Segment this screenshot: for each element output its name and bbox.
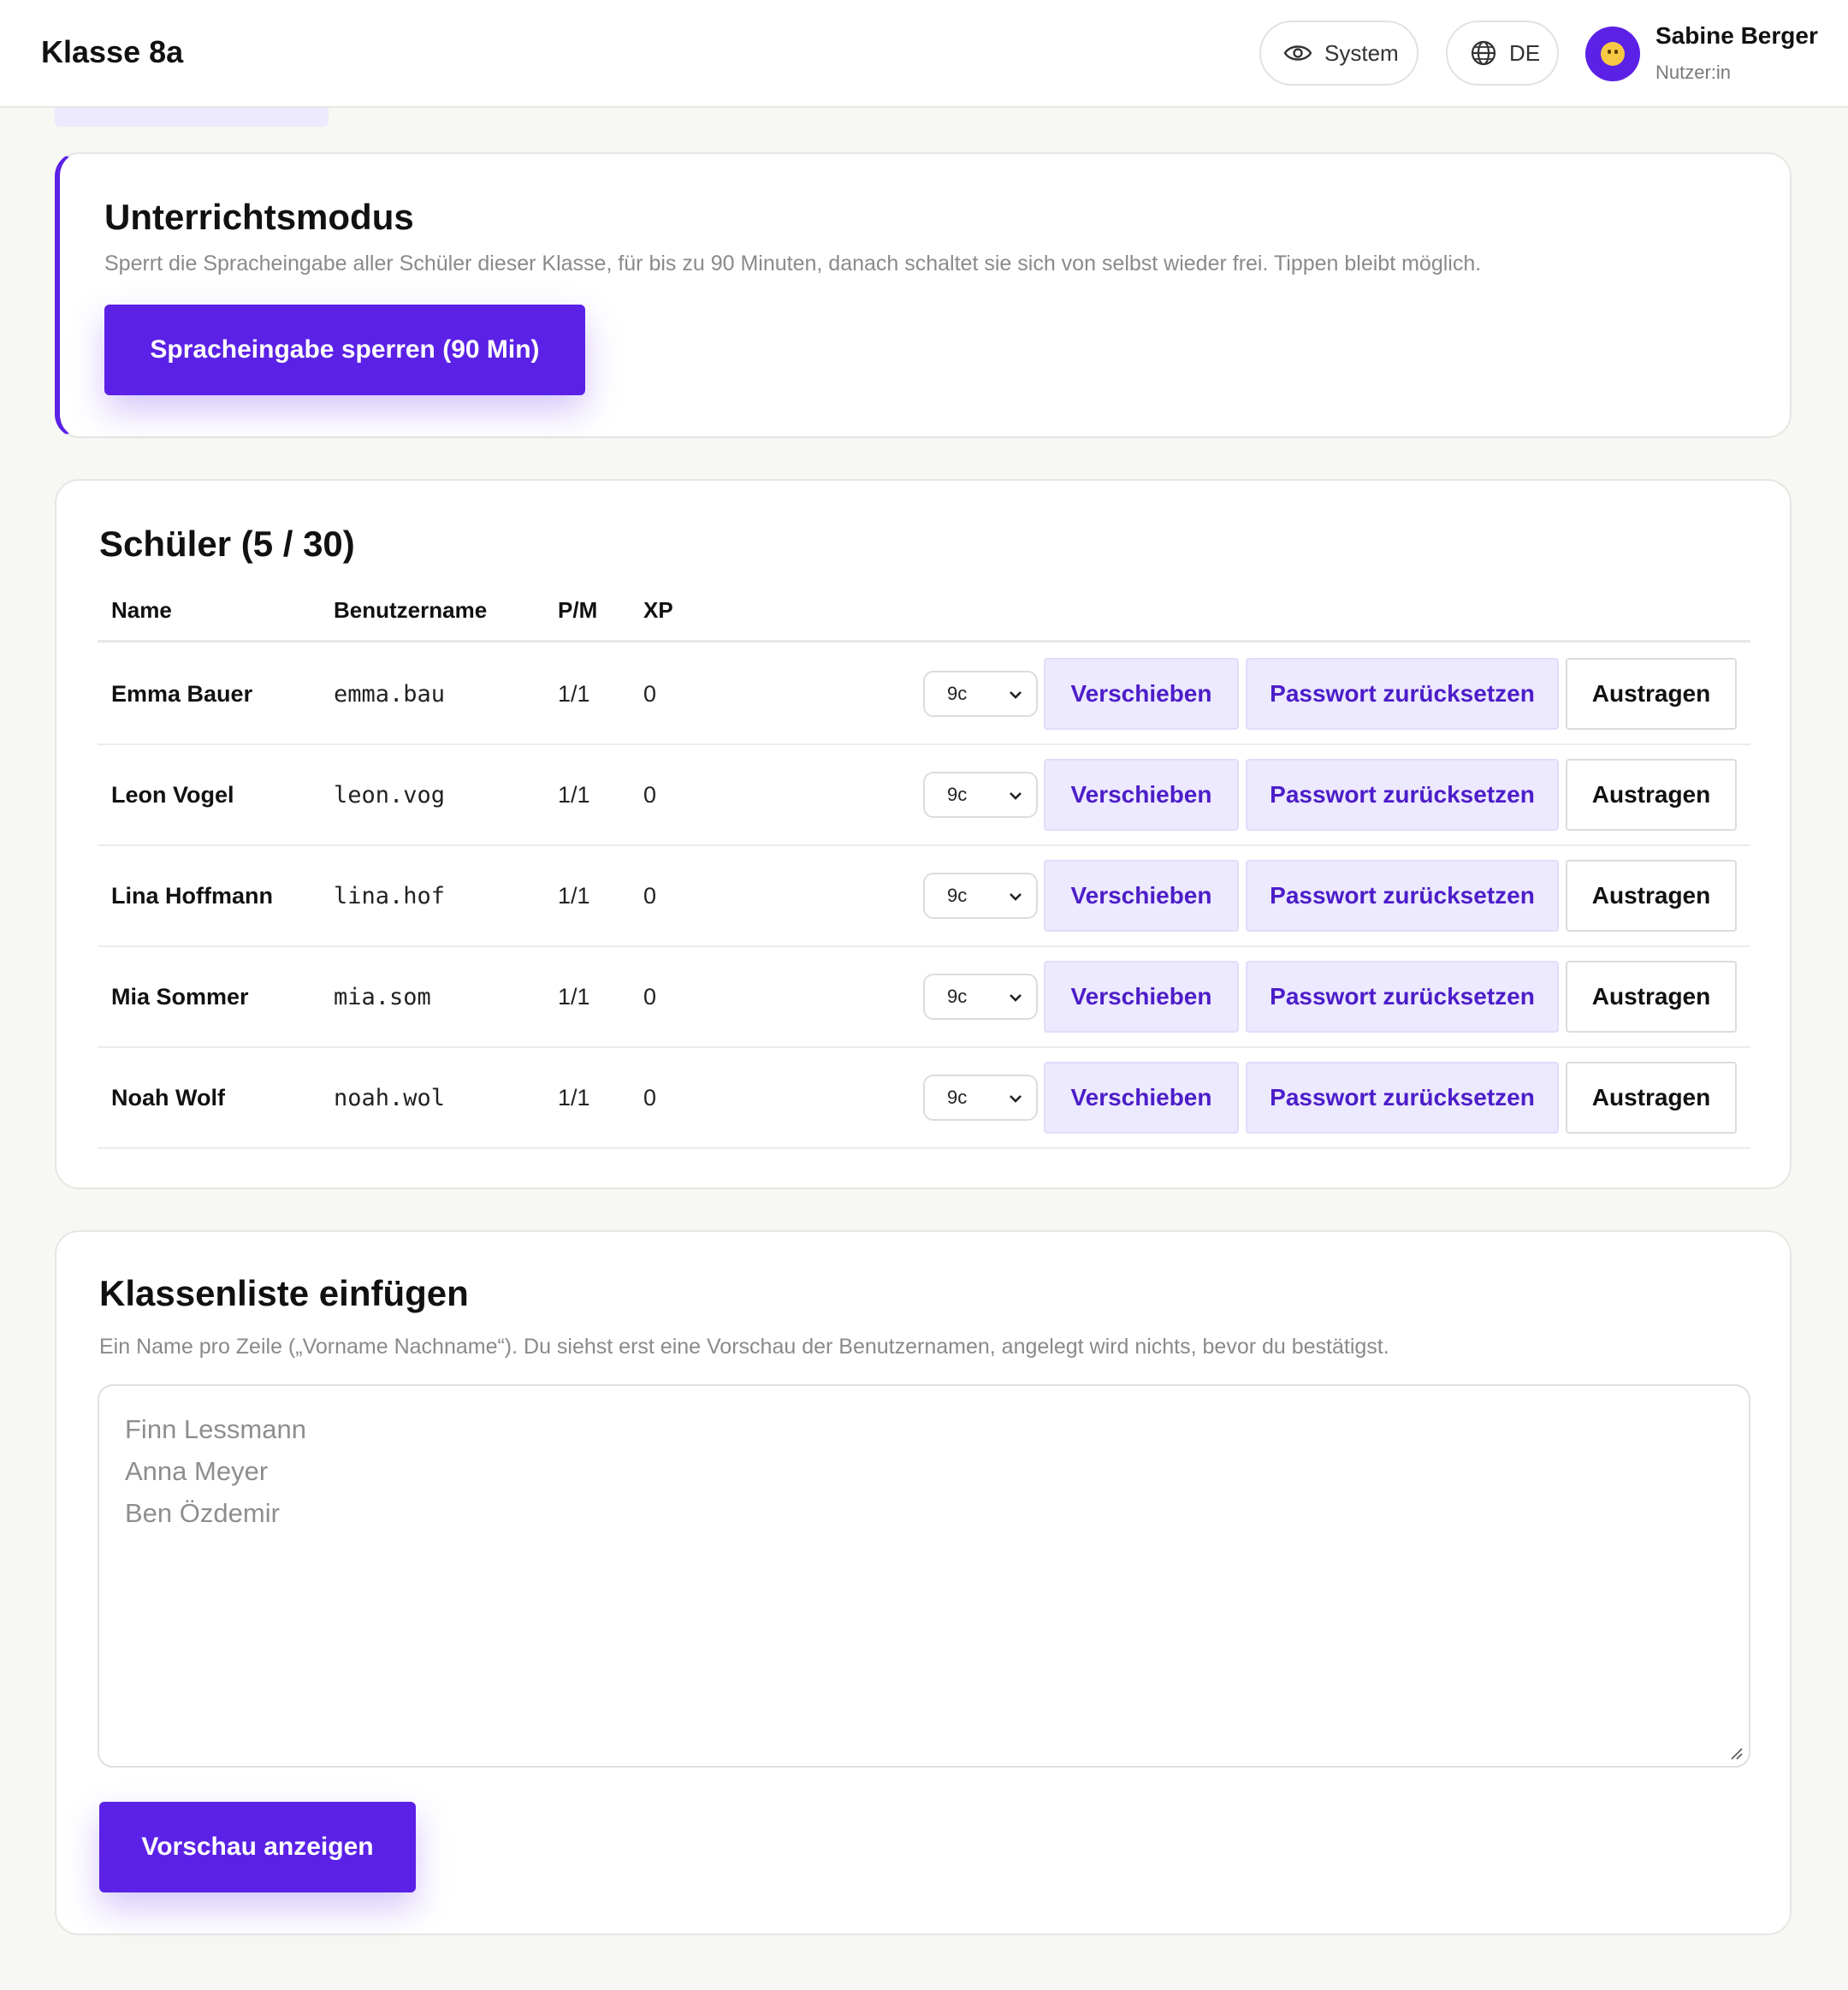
table-header-divider: [98, 640, 1750, 643]
textarea-placeholder: Finn Lessmann Anna Meyer Ben Özdemir: [125, 1408, 306, 1534]
reset-password-button[interactable]: Passwort zurücksetzen: [1246, 759, 1559, 831]
target-class-select[interactable]: 9c: [923, 1075, 1038, 1121]
theme-label: System: [1324, 39, 1399, 66]
table-row: Leon Vogel leon.vog 1/1 0 9c Verschieben Passw…: [98, 745, 1750, 846]
target-class-select[interactable]: 9c: [923, 671, 1038, 717]
target-class-value: 9c: [947, 683, 968, 704]
student-pm: 1/1: [558, 1084, 590, 1110]
chevron-down-icon: [1010, 893, 1022, 901]
lesson-mode-description: Sperrt die Spracheingabe aller Schüler d…: [104, 252, 1482, 275]
target-class-select[interactable]: 9c: [923, 873, 1038, 919]
table-row: Emma Bauer emma.bau 1/1 0 9c Verschieben Passw…: [98, 644, 1750, 745]
reset-password-button[interactable]: Passwort zurücksetzen: [1246, 1062, 1559, 1134]
remove-student-button[interactable]: Austragen: [1566, 759, 1737, 831]
students-title: Schüler (5 / 30): [99, 524, 355, 564]
student-name: Emma Bauer: [111, 680, 253, 707]
student-name: Lina Hoffmann: [111, 882, 273, 909]
chevron-down-icon: [1010, 994, 1022, 1002]
theme-toggle-button[interactable]: System: [1259, 21, 1419, 86]
remove-student-button[interactable]: Austragen: [1566, 961, 1737, 1033]
move-student-button[interactable]: Verschieben: [1044, 961, 1239, 1033]
student-username: emma.bau: [334, 680, 446, 708]
reset-password-button[interactable]: Passwort zurücksetzen: [1246, 658, 1559, 730]
student-username: lina.hof: [334, 882, 446, 909]
target-class-value: 9c: [947, 885, 968, 906]
student-name: Leon Vogel: [111, 781, 234, 808]
chevron-down-icon: [1010, 792, 1022, 800]
student-xp: 0: [643, 781, 657, 808]
language-button[interactable]: DE: [1446, 21, 1559, 86]
page-title: Klasse 8a: [41, 34, 184, 69]
smiley-icon: [1601, 42, 1625, 66]
student-pm: 1/1: [558, 882, 590, 909]
reset-password-button[interactable]: Passwort zurücksetzen: [1246, 860, 1559, 932]
class-list-textarea[interactable]: Finn Lessmann Anna Meyer Ben Özdemir: [98, 1384, 1750, 1768]
target-class-select[interactable]: 9c: [923, 974, 1038, 1020]
student-pm: 1/1: [558, 680, 590, 707]
student-name: Mia Sommer: [111, 983, 249, 1010]
column-header-username: Benutzername: [334, 597, 488, 623]
column-header-pm: P/M: [558, 597, 598, 623]
move-student-button[interactable]: Verschieben: [1044, 860, 1239, 932]
table-row: Noah Wolf noah.wol 1/1 0 9c Verschieben Passwo…: [98, 1048, 1750, 1149]
target-class-value: 9c: [947, 1087, 968, 1108]
table-row: Mia Sommer mia.som 1/1 0 9c Verschieben Passwo…: [98, 947, 1750, 1048]
column-header-xp: XP: [643, 597, 673, 623]
student-xp: 0: [643, 882, 657, 909]
avatar[interactable]: [1585, 27, 1640, 81]
student-username: noah.wol: [334, 1084, 446, 1111]
resize-handle-icon[interactable]: [1728, 1745, 1744, 1761]
chevron-down-icon: [1010, 1095, 1022, 1103]
lesson-mode-title: Unterrichtsmodus: [104, 197, 414, 237]
table-row: Lina Hoffmann lina.hof 1/1 0 9c Verschieben Pa…: [98, 846, 1750, 947]
remove-student-button[interactable]: Austragen: [1566, 860, 1737, 932]
language-label: DE: [1509, 39, 1541, 66]
student-xp: 0: [643, 1084, 657, 1110]
show-preview-button[interactable]: Vorschau anzeigen: [99, 1802, 416, 1892]
target-class-value: 9c: [947, 986, 968, 1007]
chevron-down-icon: [1010, 691, 1022, 699]
student-xp: 0: [643, 983, 657, 1010]
student-username: leon.vog: [334, 781, 446, 808]
student-xp: 0: [643, 680, 657, 707]
student-name: Noah Wolf: [111, 1084, 225, 1110]
globe-icon: [1470, 39, 1497, 67]
lesson-mode-card: Unterrichtsmodus Sperrt die Spracheingab…: [55, 152, 1792, 438]
remove-student-button[interactable]: Austragen: [1566, 1062, 1737, 1134]
placeholder-line: Ben Özdemir: [125, 1498, 280, 1528]
reset-password-button[interactable]: Passwort zurücksetzen: [1246, 961, 1559, 1033]
lock-voice-input-button[interactable]: Spracheingabe sperren (90 Min): [104, 305, 585, 395]
move-student-button[interactable]: Verschieben: [1044, 658, 1239, 730]
placeholder-line: Anna Meyer: [125, 1456, 269, 1486]
top-bar: Klasse 8a System DE Sabine Berger Nutzer…: [0, 0, 1848, 108]
student-pm: 1/1: [558, 781, 590, 808]
student-username: mia.som: [334, 983, 431, 1010]
move-student-button[interactable]: Verschieben: [1044, 759, 1239, 831]
target-class-select[interactable]: 9c: [923, 772, 1038, 818]
target-class-value: 9c: [947, 784, 968, 805]
active-tab-indicator: [55, 108, 329, 127]
student-pm: 1/1: [558, 983, 590, 1010]
column-header-name: Name: [111, 597, 172, 623]
remove-student-button[interactable]: Austragen: [1566, 658, 1737, 730]
placeholder-line: Finn Lessmann: [125, 1414, 306, 1444]
user-role: Nutzer:in: [1656, 62, 1732, 83]
import-description: Ein Name pro Zeile („Vorname Nachname“).…: [99, 1335, 1389, 1359]
move-student-button[interactable]: Verschieben: [1044, 1062, 1239, 1134]
import-title: Klassenliste einfügen: [99, 1273, 469, 1313]
user-name: Sabine Berger: [1656, 22, 1818, 49]
eye-icon: [1283, 42, 1312, 64]
